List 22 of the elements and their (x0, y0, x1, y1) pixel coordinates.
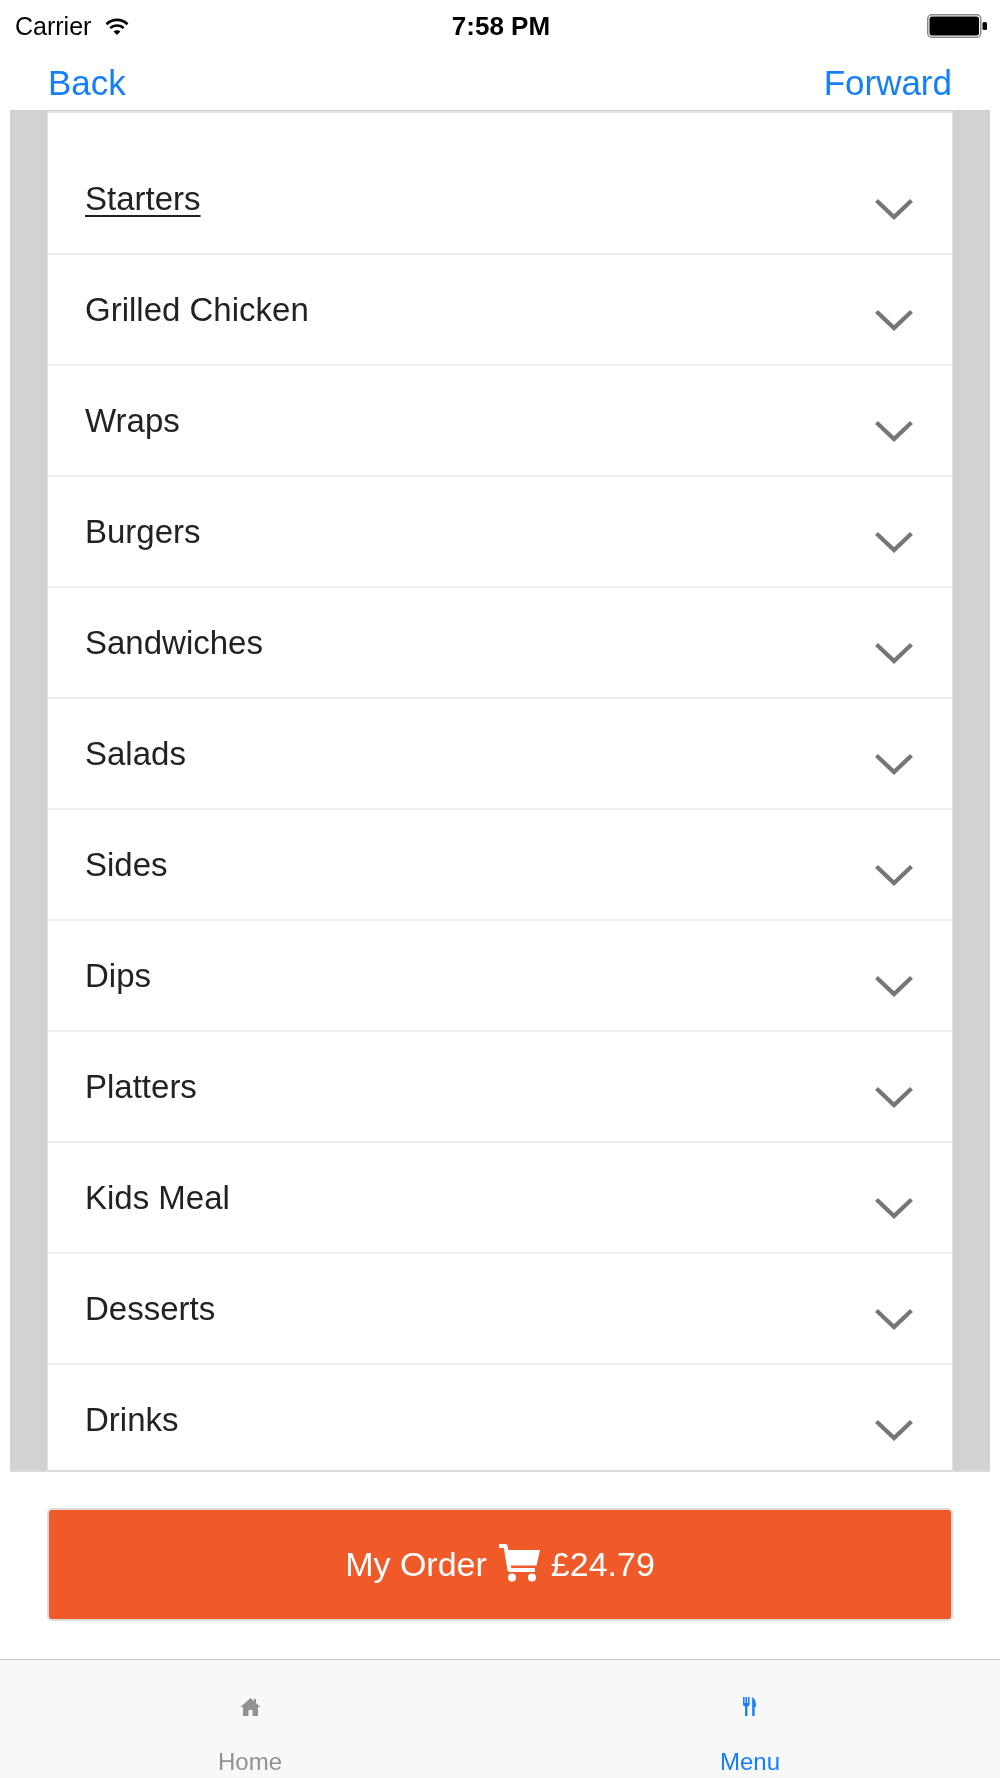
battery-icon (927, 14, 987, 38)
home-icon (239, 1697, 261, 1716)
category-row[interactable]: Sides (48, 810, 952, 921)
category-row[interactable]: Wraps (48, 366, 952, 477)
fork-knife-icon (743, 1697, 757, 1716)
category-row[interactable]: Desserts (48, 1254, 952, 1365)
category-row[interactable]: Kids Meal (48, 1143, 952, 1254)
clock-time: 7:58 PM (451, 10, 551, 42)
category-row[interactable]: Platters (48, 1032, 952, 1143)
category-row[interactable]: Burgers (48, 477, 952, 588)
forward-link[interactable]: Forward (823, 63, 952, 103)
back-link[interactable]: Back (48, 63, 126, 103)
category-row[interactable]: Sandwiches (48, 588, 952, 699)
carrier-name: Carrier (15, 11, 92, 41)
tab-item[interactable]: Menu (719, 1697, 780, 1776)
category-row[interactable]: Starters (48, 144, 952, 255)
category-row[interactable]: Grilled Chicken (48, 255, 952, 366)
cart-icon (496, 1543, 541, 1582)
category-row[interactable]: Dips (48, 921, 952, 1032)
category-row[interactable]: Drinks (48, 1365, 952, 1470)
category-row[interactable]: Salads (48, 699, 952, 810)
wifi-icon (105, 17, 130, 35)
